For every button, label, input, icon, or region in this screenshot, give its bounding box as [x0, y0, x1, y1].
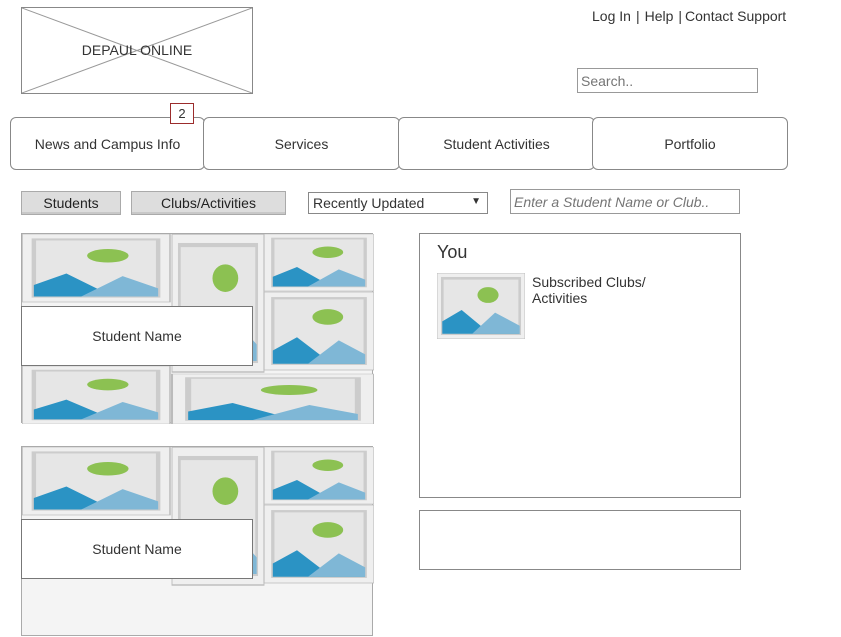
students-button[interactable]: Students — [21, 191, 121, 215]
top-links: Log In | Help | Contact Support — [592, 8, 786, 24]
separator: | — [678, 8, 683, 24]
student-name-card[interactable]: Student Name — [21, 519, 253, 579]
sort-select-value: Recently Updated — [313, 195, 425, 211]
you-panel-title: You — [437, 242, 468, 262]
tab-news-and-campus-info[interactable]: News and Campus Info — [10, 117, 205, 170]
login-link[interactable]: Log In — [592, 8, 631, 24]
tab-services[interactable]: Services — [203, 117, 400, 170]
search-input[interactable] — [577, 68, 758, 93]
help-link[interactable]: Help — [645, 8, 674, 24]
clubs-activities-button[interactable]: Clubs/Activities — [131, 191, 286, 215]
notification-badge: 2 — [170, 103, 194, 124]
you-panel: You Subscribed Clubs/ Activities — [419, 233, 741, 498]
sort-select[interactable]: Recently Updated ▼ — [308, 192, 488, 214]
triangle-down-icon: ▼ — [471, 196, 481, 207]
subscribed-clubs-label[interactable]: Subscribed Clubs/ Activities — [532, 274, 662, 306]
tab-portfolio[interactable]: Portfolio — [592, 117, 788, 170]
separator: | — [635, 8, 640, 24]
student-club-search-input[interactable] — [510, 189, 740, 214]
logo[interactable]: DEPAUL ONLINE — [21, 7, 253, 94]
tab-student-activities[interactable]: Student Activities — [398, 117, 595, 170]
student-name-card[interactable]: Student Name — [21, 306, 253, 366]
secondary-panel — [419, 510, 741, 570]
logo-text: DEPAUL ONLINE — [81, 42, 193, 58]
contact-support-link[interactable]: Contact Support — [685, 8, 786, 24]
subscribed-image[interactable] — [437, 273, 525, 339]
